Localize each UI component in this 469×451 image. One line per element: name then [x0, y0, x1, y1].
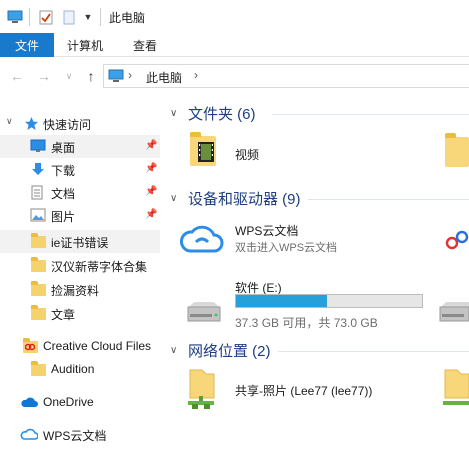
desktop-icon [30, 139, 46, 154]
folder-icon [31, 233, 47, 251]
sidebar-item-label: WPS云文档 [43, 429, 107, 443]
sidebar-item-wps-cloud[interactable]: WPS云文档 [0, 423, 160, 446]
sidebar-item-onedrive[interactable]: OneDrive [0, 391, 160, 414]
pin-icon[interactable]: 📌 [145, 163, 157, 174]
star-icon [24, 116, 40, 131]
network-location-label: 共享-照片 (Lee77 (lee77)) [235, 384, 373, 398]
chevron-down-icon[interactable]: ∨ [170, 193, 184, 204]
wps-cloud-icon [180, 222, 224, 257]
sidebar-item-label: 文章 [51, 308, 76, 322]
group-header-folders[interactable]: ∨ 文件夹 (6) [170, 102, 256, 124]
network-folder-icon [184, 368, 218, 413]
group-title: 设备和驱动器 (9) [188, 190, 301, 208]
drive-item-wps-cloud[interactable]: WPS云文档 双击进入WPS云文档 [180, 218, 410, 260]
app-logo-icon[interactable] [444, 227, 469, 255]
navigation-pane: ∨ 快速访问 桌面 📌 下载 📌 文档 📌 图片 📌 ie证书错误 汉仪新蒂字体… [0, 106, 160, 451]
group-header-devices[interactable]: ∨ 设备和驱动器 (9) [170, 187, 301, 209]
toolbar-separator [100, 8, 101, 26]
sidebar-item-folder[interactable]: 文章 [0, 302, 160, 325]
pin-icon[interactable]: 📌 [145, 209, 157, 220]
sidebar-item-downloads[interactable]: 下载 📌 [0, 158, 160, 181]
pin-icon[interactable]: 📌 [145, 186, 157, 197]
sidebar-item-audition[interactable]: Audition [0, 358, 160, 381]
sidebar-item-label: Creative Cloud Files [43, 339, 152, 353]
sidebar-item-quick-access[interactable]: ∨ 快速访问 [0, 112, 160, 135]
customize-quick-access-dropdown-icon[interactable]: ▼ [82, 9, 94, 25]
ribbon-tabs: 文件 计算机 查看 [0, 33, 469, 57]
folder-icon [31, 281, 47, 299]
address-field[interactable]: › 此电脑 › [103, 64, 469, 88]
folder-item-video[interactable]: 视频 [185, 132, 305, 172]
drive-usage-bar [235, 294, 423, 308]
group-divider [278, 351, 469, 352]
breadcrumb-chevron-icon[interactable]: › [194, 68, 198, 82]
sidebar-item-label: 捡漏资料 [51, 284, 100, 298]
new-folder-icon[interactable] [61, 9, 77, 25]
sidebar-item-folder[interactable]: ie证书错误 [0, 230, 160, 253]
toolbar-separator [29, 8, 30, 26]
back-arrow-icon[interactable]: ← [8, 67, 26, 85]
sidebar-item-label: 文档 [51, 187, 76, 201]
pin-icon[interactable]: 📌 [145, 140, 157, 151]
sidebar-item-pictures[interactable]: 图片 📌 [0, 204, 160, 227]
up-arrow-icon[interactable]: ↑ [82, 67, 100, 85]
recent-locations-chevron-icon[interactable]: ∨ [60, 67, 78, 85]
network-folder-icon[interactable] [441, 368, 469, 413]
group-header-network[interactable]: ∨ 网络位置 (2) [170, 339, 271, 361]
chevron-down-icon[interactable]: ∨ [170, 345, 184, 356]
computer-icon [108, 69, 124, 86]
sidebar-item-documents[interactable]: 文档 📌 [0, 181, 160, 204]
address-bar-row: ← → ∨ ↑ › 此电脑 › [0, 60, 469, 92]
drive-free-space: 37.3 GB 可用，共 73.0 GB [235, 316, 378, 330]
sidebar-item-label: 下载 [51, 164, 76, 178]
sidebar-item-label: OneDrive [43, 395, 94, 409]
forward-arrow-icon[interactable]: → [35, 67, 53, 85]
folder-icon[interactable] [445, 133, 469, 167]
creative-cloud-folder-icon [23, 338, 39, 356]
sidebar-item-label: 快速访问 [43, 118, 92, 132]
group-divider [272, 114, 469, 115]
window-title: 此电脑 [109, 11, 146, 25]
chevron-down-icon[interactable]: ∨ [6, 116, 13, 127]
content-pane: ∨ 文件夹 (6) 视频 ∨ 设备和驱动器 (9) WPS云文档 双击进入WPS… [160, 92, 469, 451]
breadcrumb-this-pc[interactable]: 此电脑 [146, 69, 182, 86]
folder-label: 视频 [235, 148, 260, 162]
folder-icon [31, 361, 47, 379]
tab-computer[interactable]: 计算机 [67, 33, 103, 57]
computer-icon[interactable] [6, 9, 24, 25]
tab-view[interactable]: 查看 [133, 33, 157, 57]
sidebar-item-label: 汉仪新蒂字体合集 [51, 260, 148, 274]
sidebar-item-folder[interactable]: 捡漏资料 [0, 278, 160, 301]
wps-cloud-icon [20, 428, 39, 443]
sidebar-item-label: Audition [51, 362, 95, 376]
folder-icon [31, 257, 47, 275]
sidebar-item-label: 图片 [51, 210, 76, 224]
sidebar-item-folder[interactable]: 汉仪新蒂字体合集 [0, 254, 160, 277]
folder-icon [31, 305, 47, 323]
sidebar-item-creative-cloud[interactable]: Creative Cloud Files [0, 335, 160, 358]
hard-drive-icon[interactable] [438, 301, 469, 326]
tab-file[interactable]: 文件 [0, 33, 54, 57]
sidebar-item-label: ie证书错误 [51, 236, 109, 250]
group-title: 文件夹 (6) [188, 105, 256, 123]
hard-drive-icon [186, 301, 222, 326]
drive-usage-fill [236, 295, 328, 307]
properties-check-icon[interactable] [38, 9, 54, 25]
drive-label: WPS云文档 [235, 224, 299, 238]
group-title: 网络位置 (2) [188, 342, 271, 360]
document-icon [30, 185, 46, 200]
chevron-down-icon[interactable]: ∨ [170, 108, 184, 119]
onedrive-cloud-icon [20, 396, 38, 411]
picture-icon [30, 208, 46, 223]
download-arrow-icon [30, 162, 46, 177]
group-divider [308, 199, 469, 200]
drive-description: 双击进入WPS云文档 [235, 242, 338, 254]
video-folder-icon [190, 132, 216, 166]
sidebar-item-label: 桌面 [51, 141, 76, 155]
title-bar: ▼ 此电脑 [0, 0, 469, 33]
network-item-shared-photos[interactable]: 共享-照片 (Lee77 (lee77)) [180, 364, 420, 412]
sidebar-item-desktop[interactable]: 桌面 📌 [0, 135, 160, 158]
breadcrumb-chevron-icon[interactable]: › [128, 68, 132, 82]
